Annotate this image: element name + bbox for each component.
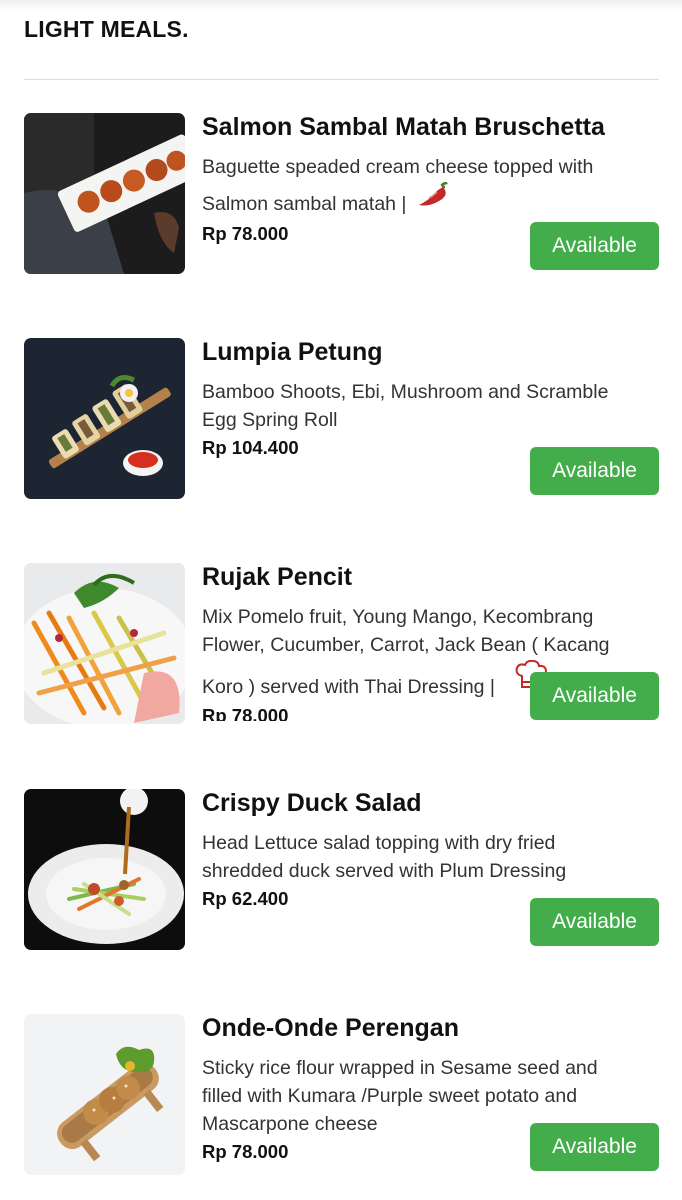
available-button[interactable]: Available (530, 1123, 659, 1171)
item-description: Head Lettuce salad topping with dry frie… (202, 829, 642, 885)
description-line: Flower, Cucumber, Carrot, Jack Bean ( Ka… (202, 634, 610, 656)
menu-item[interactable]: Rujak Pencit Mix Pomelo fruit, Young Man… (0, 563, 682, 748)
item-price: Rp 78.000 (202, 223, 289, 244)
description-line: Egg Spring Roll (202, 409, 338, 431)
description-line: Head Lettuce salad topping with dry frie… (202, 832, 556, 854)
item-name: Crispy Duck Salad (202, 789, 422, 817)
item-name: Onde-Onde Perengan (202, 1014, 459, 1042)
item-price: Rp 104.400 (202, 437, 299, 458)
item-price: Rp 78.000 (202, 1141, 289, 1162)
description-line: Baguette speaded cream cheese topped wit… (202, 156, 594, 178)
description-line: Sticky rice flour wrapped in Sesame seed… (202, 1057, 598, 1079)
dish-photo (24, 113, 185, 274)
available-button[interactable]: Available (530, 447, 659, 495)
dish-photo (24, 789, 185, 950)
menu-item[interactable]: Salmon Sambal Matah Bruschetta Baguette … (0, 113, 682, 298)
menu-item[interactable]: Onde-Onde Perengan Sticky rice flour wra… (0, 1014, 682, 1199)
item-name: Salmon Sambal Matah Bruschetta (202, 113, 605, 141)
section-divider (24, 79, 659, 80)
menu-item[interactable]: Lumpia Petung Bamboo Shoots, Ebi, Mushro… (0, 338, 682, 523)
description-line: Salmon sambal matah | (202, 193, 407, 215)
dish-photo (24, 563, 185, 724)
item-price: Rp 78.000 (202, 705, 289, 721)
chili-icon (417, 181, 451, 217)
description-line: Bamboo Shoots, Ebi, Mushroom and Scrambl… (202, 381, 609, 403)
dish-photo (24, 1014, 185, 1175)
description-line-with-icon: Salmon sambal matah | (202, 181, 642, 218)
dish-photo (24, 338, 185, 499)
available-button[interactable]: Available (530, 898, 659, 946)
top-shadow (0, 0, 682, 10)
description-line: shredded duck served with Plum Dressing (202, 860, 567, 882)
description-line: Mix Pomelo fruit, Young Mango, Kecombran… (202, 606, 594, 628)
item-description: Bamboo Shoots, Ebi, Mushroom and Scrambl… (202, 378, 642, 434)
description-line: Koro ) served with Thai Dressing | (202, 676, 495, 698)
section-title: LIGHT MEALS. (24, 16, 189, 42)
description-line: filled with Kumara /Purple sweet potato … (202, 1085, 578, 1107)
item-name: Rujak Pencit (202, 563, 353, 591)
menu-item[interactable]: Crispy Duck Salad Head Lettuce salad top… (0, 789, 682, 974)
available-button[interactable]: Available (530, 672, 659, 720)
item-description: Baguette speaded cream cheese topped wit… (202, 153, 642, 218)
item-price: Rp 62.400 (202, 888, 289, 909)
item-name: Lumpia Petung (202, 338, 383, 366)
available-button[interactable]: Available (530, 222, 659, 270)
